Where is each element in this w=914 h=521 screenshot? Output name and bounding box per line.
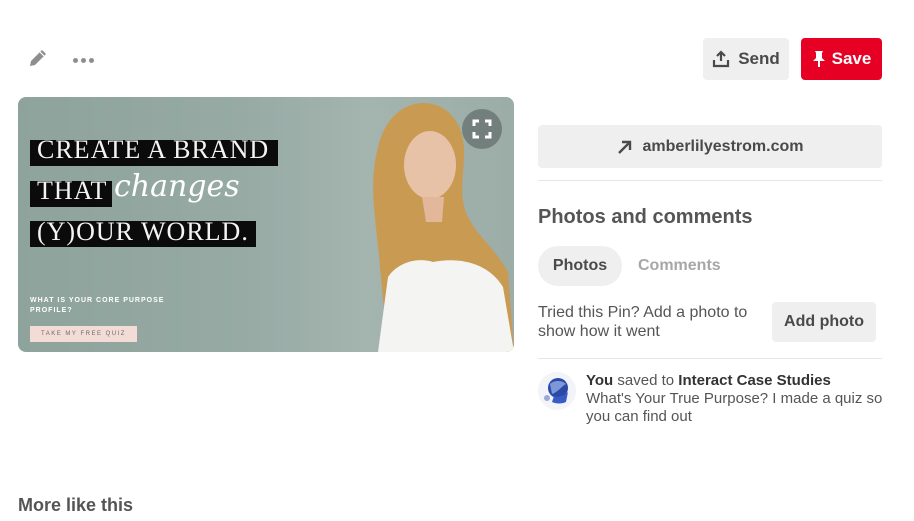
headline-script-word: changes <box>114 169 240 204</box>
activity-item: You saved to Interact Case Studies What'… <box>586 372 886 426</box>
divider <box>538 358 882 359</box>
activity-board[interactable]: Interact Case Studies <box>678 372 831 389</box>
expand-icon <box>472 119 492 139</box>
divider <box>538 180 882 181</box>
photos-comments-title: Photos and comments <box>538 206 753 228</box>
pencil-icon <box>30 50 46 66</box>
activity-description: What's Your True Purpose? I made a quiz … <box>586 390 883 425</box>
add-photo-prompt: Tried this Pin? Add a photo to show how … <box>538 304 748 340</box>
headline-line-3: (Y)OUR WORLD. <box>37 217 249 246</box>
pin-image[interactable]: CREATE A BRAND THAT changes (Y)OUR WORLD… <box>18 97 514 352</box>
activity-user[interactable]: You <box>586 372 613 389</box>
avatar[interactable] <box>538 372 576 410</box>
more-like-this-heading: More like this <box>18 495 134 515</box>
activity-action: saved to <box>617 372 675 389</box>
tab-photos[interactable]: Photos <box>538 246 622 286</box>
save-button[interactable]: Save <box>801 38 882 80</box>
arrow-up-right-icon <box>617 140 631 154</box>
pushpin-icon <box>812 51 825 67</box>
more-options-button[interactable] <box>70 50 96 70</box>
headline-line-1: CREATE A BRAND <box>37 135 270 164</box>
edit-button[interactable] <box>26 46 50 70</box>
tab-comments[interactable]: Comments <box>638 257 721 275</box>
share-upload-icon <box>713 50 730 68</box>
add-photo-button[interactable]: Add photo <box>772 302 876 342</box>
source-link-label: amberlilyestrom.com <box>642 137 804 155</box>
send-label: Send <box>738 49 780 68</box>
source-link-button[interactable]: amberlilyestrom.com <box>538 125 882 168</box>
expand-button[interactable] <box>462 109 502 149</box>
pin-cta-label: TAKE MY FREE QUIZ <box>30 326 137 342</box>
pin-subtext: WHAT IS YOUR CORE PURPOSE PROFILE? <box>30 297 165 314</box>
headline-line-2: THAT <box>37 176 108 205</box>
save-label: Save <box>831 49 872 68</box>
avatar-image <box>538 372 576 410</box>
send-button[interactable]: Send <box>703 38 789 80</box>
